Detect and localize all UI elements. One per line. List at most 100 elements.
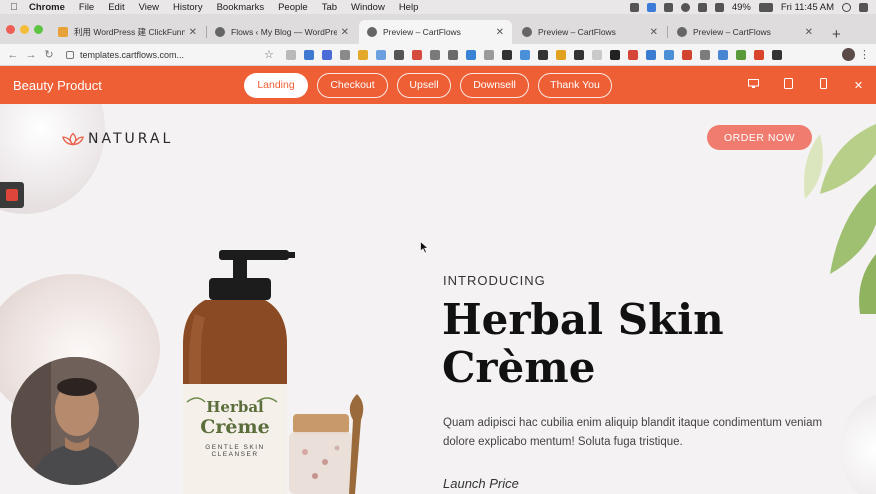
bookmark-star-icon[interactable]: ☆ — [264, 48, 274, 61]
extension-icon[interactable] — [393, 49, 404, 60]
menu-view[interactable]: View — [132, 2, 166, 13]
order-now-button[interactable]: ORDER NOW — [707, 125, 812, 150]
extension-icon[interactable] — [285, 49, 296, 60]
zoom-window-button[interactable] — [34, 25, 43, 34]
close-preview-icon[interactable]: ✕ — [841, 79, 876, 92]
widget-icon — [6, 189, 18, 201]
back-arrow-icon[interactable]: ← — [4, 49, 22, 61]
label-line: GENTLE SKIN — [205, 444, 265, 451]
wordpress-favicon-icon — [215, 27, 225, 37]
extension-icon[interactable] — [339, 49, 350, 60]
extension-icon[interactable] — [699, 49, 710, 60]
extension-icon[interactable] — [429, 49, 440, 60]
browser-menu-icon[interactable]: ⋮ — [859, 48, 870, 61]
step-downsell-button[interactable]: Downsell — [460, 72, 529, 98]
menu-history[interactable]: History — [166, 2, 210, 13]
label-line: CLEANSER — [211, 451, 259, 458]
flow-steps: Landing Checkout Upsell Downsell Thank Y… — [244, 72, 612, 98]
gmail-icon[interactable] — [411, 49, 422, 60]
minimize-window-button[interactable] — [20, 25, 29, 34]
extension-icon[interactable] — [519, 49, 530, 60]
extension-icon[interactable] — [447, 49, 458, 60]
extension-icon[interactable] — [537, 49, 548, 60]
battery-percent[interactable]: 49% — [732, 2, 751, 13]
spotlight-search-icon[interactable] — [842, 2, 851, 12]
browser-tab-strip: 利用 WordPress 建 ClickFunnels ✕ Flows ‹ My… — [0, 14, 876, 44]
url-text: templates.cartflows.com... — [80, 49, 185, 60]
tablet-icon[interactable] — [771, 78, 806, 92]
forward-arrow-icon[interactable]: → — [22, 49, 40, 61]
extension-icon[interactable] — [375, 49, 386, 60]
apple-menu-icon[interactable]:  — [6, 2, 22, 13]
extension-icon[interactable] — [609, 49, 620, 60]
label-line: Crème — [200, 416, 270, 438]
status-app-icon[interactable] — [663, 2, 673, 12]
close-tab-icon[interactable]: ✕ — [341, 27, 349, 38]
close-tab-icon[interactable]: ✕ — [496, 27, 504, 38]
extension-icon[interactable] — [681, 49, 692, 60]
dropbox-icon[interactable] — [646, 2, 656, 12]
browser-tab[interactable]: Preview – CartFlows ✕ — [669, 20, 821, 44]
status-area: 49% Fri 11:45 AM — [629, 2, 876, 13]
new-tab-button[interactable]: + — [832, 26, 841, 43]
extension-icon[interactable] — [483, 49, 494, 60]
extension-icon[interactable] — [321, 49, 332, 60]
extension-icon[interactable] — [357, 49, 368, 60]
menu-app-name[interactable]: Chrome — [22, 2, 72, 13]
extension-icon[interactable] — [735, 49, 746, 60]
menu-file[interactable]: File — [72, 2, 101, 13]
extension-icon[interactable] — [753, 49, 764, 60]
close-tab-icon[interactable]: ✕ — [189, 27, 197, 38]
step-checkout-button[interactable]: Checkout — [317, 72, 388, 98]
menu-window[interactable]: Window — [344, 2, 392, 13]
browser-tab-active[interactable]: Preview – CartFlows ✕ — [359, 20, 512, 44]
step-thank-you-button[interactable]: Thank You — [538, 72, 612, 98]
device-switcher: ✕ — [736, 66, 876, 104]
address-bar[interactable]: templates.cartflows.com... — [66, 47, 262, 63]
extension-icon[interactable] — [555, 49, 566, 60]
extension-icon[interactable] — [663, 49, 674, 60]
menu-edit[interactable]: Edit — [101, 2, 131, 13]
wifi-icon[interactable] — [714, 2, 724, 12]
step-landing-button[interactable]: Landing — [244, 72, 308, 98]
extension-icon[interactable] — [627, 49, 638, 60]
status-app-icon-2[interactable] — [680, 2, 690, 12]
product-description: Quam adipisci hac cubilia enim aliquip b… — [443, 417, 823, 448]
extension-icon[interactable] — [465, 49, 476, 60]
battery-icon[interactable] — [758, 2, 773, 12]
profile-avatar[interactable] — [842, 48, 855, 61]
desktop-icon[interactable] — [736, 78, 771, 92]
notification-center-icon[interactable] — [859, 2, 868, 12]
menu-bookmarks[interactable]: Bookmarks — [210, 2, 272, 13]
extension-icon[interactable] — [303, 49, 314, 60]
side-widget-button[interactable] — [0, 182, 24, 208]
step-upsell-button[interactable]: Upsell — [397, 72, 451, 98]
bluetooth-icon[interactable] — [697, 2, 707, 12]
extension-icon[interactable] — [771, 49, 782, 60]
reload-icon[interactable]: ↻ — [40, 48, 58, 61]
extension-icon[interactable] — [717, 49, 728, 60]
lotus-logo-icon — [62, 132, 84, 146]
menu-help[interactable]: Help — [392, 2, 426, 13]
mobile-icon[interactable] — [806, 78, 841, 92]
browser-tab[interactable]: Preview – CartFlows ✕ — [514, 20, 666, 44]
extension-icon[interactable] — [573, 49, 584, 60]
location-icon[interactable] — [629, 2, 639, 12]
menu-people[interactable]: People — [271, 2, 315, 13]
close-window-button[interactable] — [6, 25, 15, 34]
extension-icon[interactable] — [501, 49, 512, 60]
browser-tab[interactable]: Flows ‹ My Blog — WordPress ✕ — [207, 20, 357, 44]
product-label: Herbal Crème GENTLE SKIN CLEANSER — [183, 398, 287, 458]
close-tab-icon[interactable]: ✕ — [805, 27, 813, 38]
tab-title: Preview – CartFlows — [383, 27, 461, 37]
landing-page-preview: NATURAL ORDER NOW Herbal Crème GENTLE SK… — [0, 104, 876, 494]
product-headline: Herbal Skin Crème — [442, 296, 772, 392]
close-tab-icon[interactable]: ✕ — [650, 27, 658, 38]
extension-icon[interactable] — [591, 49, 602, 60]
extension-icon[interactable] — [645, 49, 656, 60]
clock[interactable]: Fri 11:45 AM — [781, 2, 834, 13]
extensions-bar — [285, 49, 782, 60]
browser-tab[interactable]: 利用 WordPress 建 ClickFunnels ✕ — [50, 20, 205, 44]
logo-text: NATURAL — [88, 131, 174, 147]
menu-tab[interactable]: Tab — [315, 2, 344, 13]
